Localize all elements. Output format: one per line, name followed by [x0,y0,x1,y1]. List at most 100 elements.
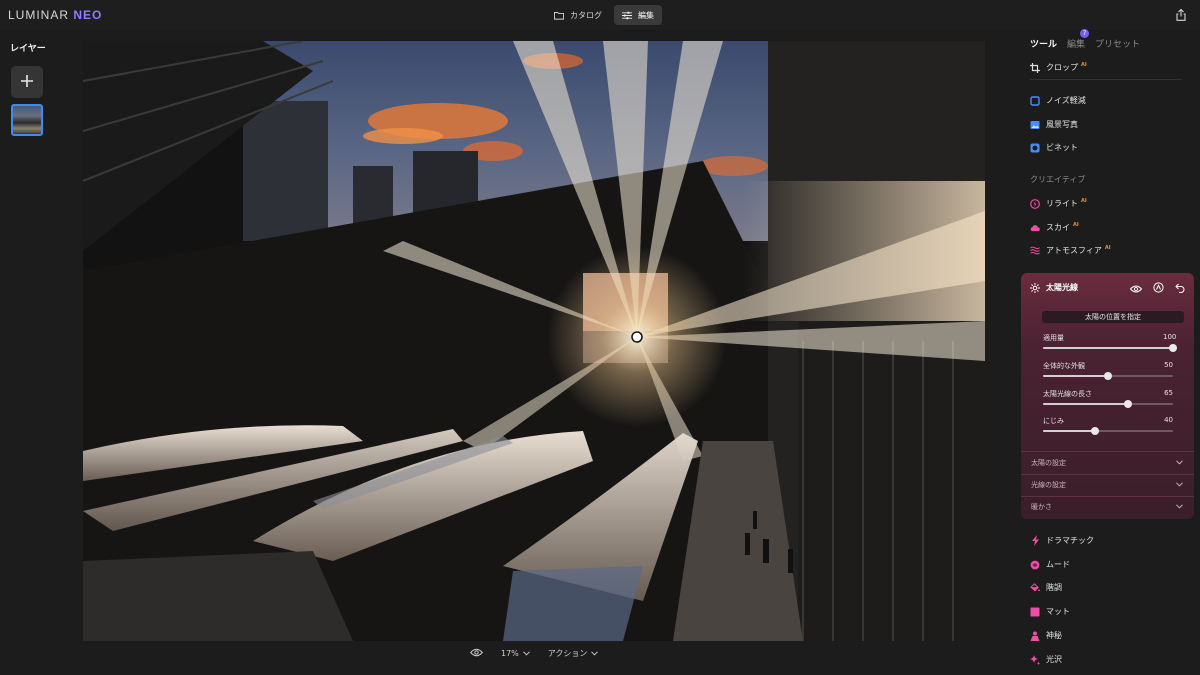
chevron-down-icon [1176,459,1183,467]
sun-icon [1030,282,1040,293]
sparkle-icon [1030,654,1040,665]
divider [1021,474,1194,475]
section-sun-settings[interactable]: 太陽の設定 [1031,458,1183,468]
bucket-icon [1030,582,1040,593]
divider [1021,451,1194,452]
slider-overall-look[interactable]: 全体的な外観 50 [1043,361,1173,385]
mood-icon [1030,560,1040,570]
tool-dramatic-label: ドラマチック [1046,536,1094,545]
crop-icon [1030,62,1040,73]
share-button[interactable] [1172,6,1190,24]
tool-matte[interactable]: マット [1030,606,1070,617]
layer-thumbnail[interactable] [11,104,43,136]
sun-rays-header[interactable]: 太陽光線 [1030,282,1078,293]
tool-landscape[interactable]: 風景写真 [1030,119,1078,130]
slider-handle[interactable] [1123,400,1132,408]
tool-noise-label: ノイズ軽減 [1046,96,1086,105]
actions-dropdown[interactable]: アクション [548,648,599,659]
undo-icon [1175,278,1185,297]
tab-edit[interactable]: 編集 [614,5,662,25]
tool-dramatic[interactable]: ドラマチック [1030,535,1094,546]
slider-bleed[interactable]: にじみ 40 [1043,416,1173,440]
tab-edits[interactable]: 編集 7 [1067,29,1090,50]
tool-mood-label: ムード [1046,560,1070,569]
share-icon [1176,6,1186,25]
slider-track[interactable] [1043,347,1173,349]
logo-text: LUMINAR [8,8,70,22]
tool-mood[interactable]: ムード [1030,559,1070,570]
logo-neo-text: NEO [73,8,103,22]
add-layer-button[interactable] [11,66,43,98]
atmosphere-icon [1030,246,1040,256]
slider-value: 50 [1164,361,1173,369]
mode-tabs: カタログ 編集 [546,5,662,25]
slider-value: 100 [1163,333,1177,341]
sun-rays-title: 太陽光線 [1046,283,1078,292]
ai-badge: AI [1073,222,1079,228]
place-sun-button[interactable]: 太陽の位置を指定 [1042,311,1184,323]
slider-handle[interactable] [1169,344,1177,352]
preview-toggle-button[interactable] [470,648,483,659]
slider-amount[interactable]: 適用量 100 [1043,333,1177,357]
eye-icon [1129,278,1143,297]
section-label: 暖かさ [1031,503,1052,511]
slider-label: にじみ [1043,417,1064,425]
matte-icon [1030,607,1040,617]
photo-canvas[interactable] [83,41,985,641]
slider-handle[interactable] [1104,372,1112,380]
tool-tone[interactable]: 階調 [1030,582,1062,593]
tool-relight[interactable]: リライト AI [1030,198,1087,209]
section-ray-settings[interactable]: 光線の設定 [1031,480,1183,490]
tab-catalog[interactable]: カタログ [546,5,610,25]
slider-handle[interactable] [1091,427,1099,435]
mask-button[interactable] [1151,280,1165,294]
slider-fill [1043,403,1128,405]
chevron-down-icon [591,649,599,658]
app-logo: LUMINAR NEO [8,8,102,22]
slider-label: 適用量 [1043,334,1064,342]
tool-noise-reduction[interactable]: ノイズ軽減 [1030,95,1086,106]
tool-crop[interactable]: クロップ AI [1030,62,1087,73]
slider-label: 全体的な外観 [1043,362,1085,370]
chevron-down-icon [1176,503,1183,511]
tool-relight-label: リライト [1046,199,1078,208]
top-bar: LUMINAR NEO カタログ 編集 [0,0,1200,30]
slider-label: 太陽光線の長さ [1043,390,1092,398]
tab-presets[interactable]: プリセット [1095,37,1140,50]
tool-sky[interactable]: スカイ AI [1030,222,1079,233]
relight-icon [1030,198,1040,209]
tool-tone-label: 階調 [1046,583,1062,592]
zoom-value: 17% [501,649,519,658]
eye-icon [470,648,483,659]
cloud-icon [1030,223,1040,233]
visibility-toggle-button[interactable] [1129,280,1143,294]
zoom-dropdown[interactable]: 17% [501,649,530,658]
tool-mystic[interactable]: 神秘 [1030,630,1062,641]
slider-track[interactable] [1043,403,1173,405]
tool-vignette-label: ビネット [1046,143,1078,152]
edits-count-badge: 7 [1080,29,1090,38]
photo-image [83,41,985,641]
divider [1030,79,1182,80]
slider-fill [1043,375,1108,377]
slider-ray-length[interactable]: 太陽光線の長さ 65 [1043,389,1173,413]
plus-icon [20,73,34,92]
tool-landscape-label: 風景写真 [1046,120,1078,129]
tool-glow[interactable]: 光沢 [1030,654,1062,665]
tool-vignette[interactable]: ビネット [1030,142,1078,153]
tool-atmosphere[interactable]: アトモスフィア AI [1030,245,1111,256]
mystic-icon [1030,631,1040,641]
ai-badge: AI [1104,245,1111,251]
reset-button[interactable] [1173,280,1187,294]
section-warmth[interactable]: 暖かさ [1031,502,1183,512]
vignette-icon [1030,143,1040,153]
ai-badge: AI [1081,62,1087,68]
slider-value: 65 [1164,389,1173,397]
ai-badge: AI [1081,198,1087,204]
tool-sky-label: スカイ [1046,223,1070,232]
tab-edits-label: 編集 [1067,40,1086,50]
canvas-bottom-bar: 17% アクション [470,648,599,659]
tool-mystic-label: 神秘 [1046,631,1062,640]
tab-tools[interactable]: ツール [1030,37,1057,50]
slider-track[interactable] [1043,430,1173,432]
